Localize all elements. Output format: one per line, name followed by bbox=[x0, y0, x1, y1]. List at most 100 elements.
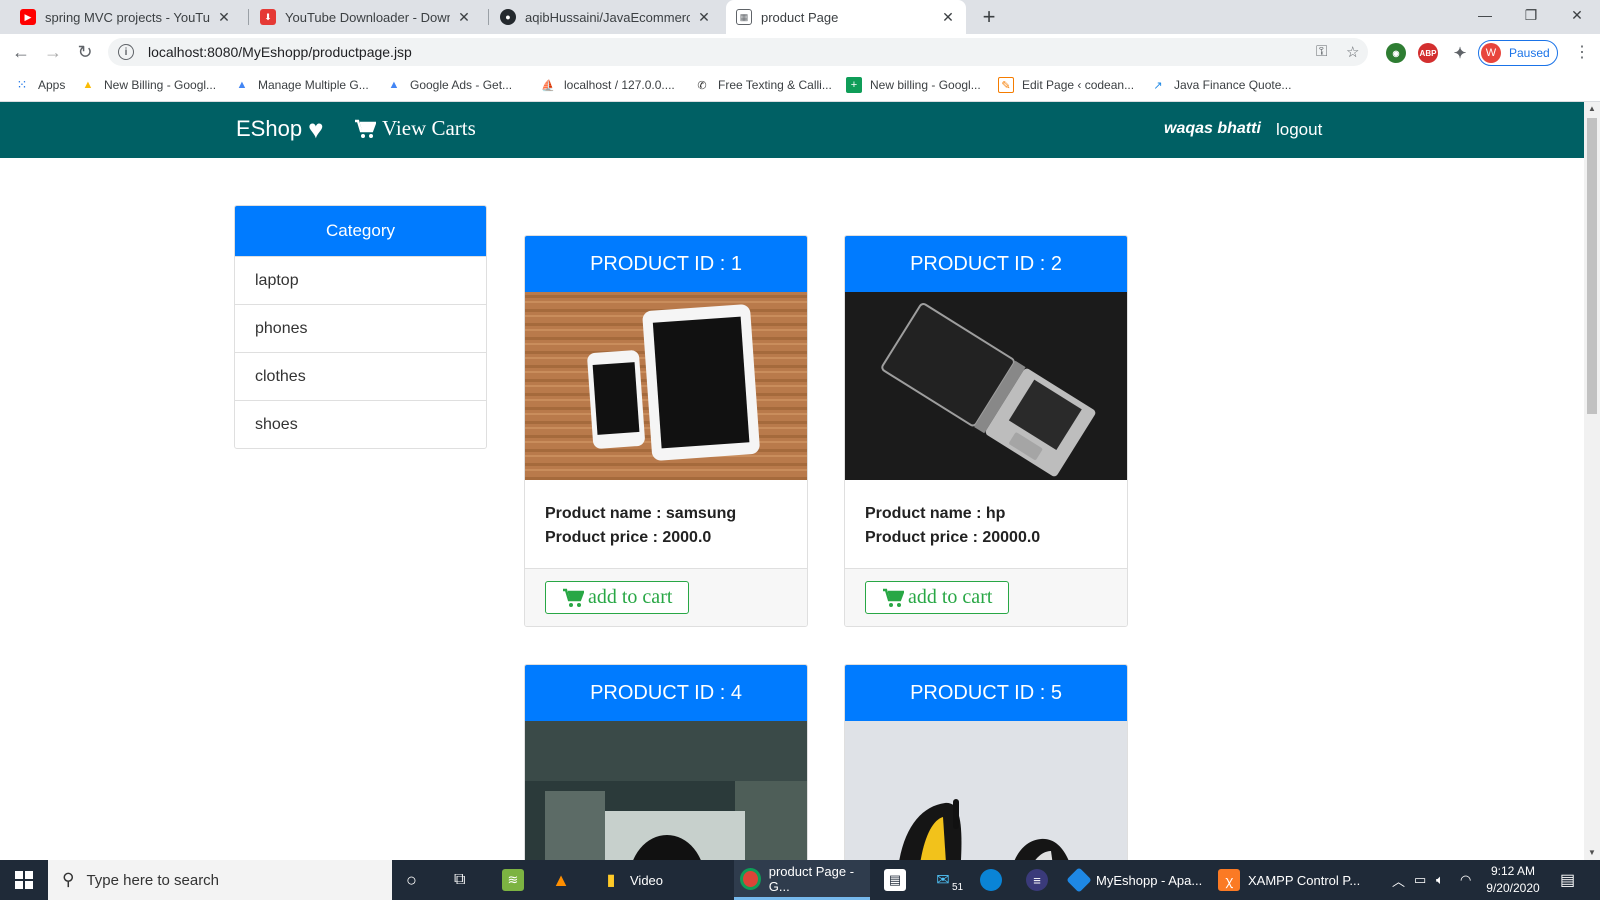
product-card: PRODUCT ID : 4 bbox=[524, 664, 808, 860]
bookmarks-bar: ⁙ Apps ▲ New Billing - Googl... ▲ Manage… bbox=[0, 70, 1600, 102]
new-tab-button[interactable]: + bbox=[976, 4, 1002, 30]
minimize-button[interactable]: — bbox=[1462, 0, 1508, 30]
window-close-button[interactable]: ✕ bbox=[1554, 0, 1600, 30]
taskbar-app-mail[interactable]: ✉ 51 bbox=[932, 860, 966, 900]
shoes-photo-image bbox=[845, 721, 1127, 860]
bookmark-item[interactable]: ↗ Java Finance Quote... bbox=[1150, 77, 1291, 93]
bookmark-label: New billing - Googl... bbox=[870, 78, 981, 92]
bookmark-item[interactable]: ▲ New Billing - Googl... bbox=[80, 77, 217, 93]
volume-icon[interactable]: 🔈︎ bbox=[1436, 860, 1444, 900]
wifi-icon[interactable]: ◠ bbox=[1460, 860, 1471, 900]
product-footer: add to cart bbox=[845, 568, 1127, 626]
reload-button[interactable]: ↻ bbox=[72, 39, 98, 65]
product-id-header: PRODUCT ID : 2 bbox=[845, 236, 1127, 292]
tray-chevron-icon[interactable]: ︿ bbox=[1392, 860, 1405, 900]
add-to-cart-button[interactable]: add to cart bbox=[865, 581, 1010, 614]
view-carts-link[interactable]: View Carts bbox=[354, 116, 476, 141]
taskbar-app-netbeans[interactable]: MyEshopp - Apa... bbox=[1066, 860, 1210, 900]
scrollbar-thumb[interactable] bbox=[1587, 118, 1597, 414]
bookmark-item[interactable]: + New billing - Googl... bbox=[846, 77, 981, 93]
add-to-cart-button[interactable]: add to cart bbox=[545, 581, 690, 614]
bookmark-apps[interactable]: ⁙ Apps bbox=[14, 77, 66, 93]
bookmark-item[interactable]: ▲ Google Ads - Get... bbox=[386, 77, 513, 93]
taskbar-app-label: Video bbox=[630, 872, 664, 888]
taskbar-app-vlc[interactable]: ▲ bbox=[550, 860, 580, 900]
close-icon[interactable]: ✕ bbox=[696, 9, 712, 26]
tab-youtube-downloader[interactable]: ⬇ YouTube Downloader - Downloa ✕ bbox=[250, 0, 482, 34]
start-button[interactable] bbox=[0, 860, 48, 900]
task-view-icon[interactable]: ⧉ bbox=[454, 860, 465, 900]
bookmark-label: Edit Page ‹ codean... bbox=[1022, 78, 1135, 92]
address-bar[interactable]: i localhost:8080/MyEshopp/productpage.js… bbox=[108, 38, 1368, 66]
product-image[interactable] bbox=[845, 292, 1127, 480]
taskbar-app-chrome[interactable]: product Page - G... bbox=[734, 860, 870, 900]
product-id-header: PRODUCT ID : 1 bbox=[525, 236, 807, 292]
extension-globe-icon[interactable]: ◉ bbox=[1386, 43, 1406, 63]
cart-icon bbox=[883, 588, 904, 607]
bookmark-label: Free Texting & Calli... bbox=[718, 78, 832, 92]
forward-button[interactable]: → bbox=[40, 39, 66, 65]
more-menu-icon[interactable]: ⋮ bbox=[1574, 42, 1590, 62]
apps-grid-icon: ⁙ bbox=[16, 77, 28, 92]
taskbar-app-label: XAMPP Control P... bbox=[1248, 872, 1361, 888]
logout-link[interactable]: logout bbox=[1276, 120, 1322, 140]
bookmark-label: Manage Multiple G... bbox=[258, 78, 369, 92]
tab-youtube-spring[interactable]: ▶ spring MVC projects - YouTube ✕ bbox=[10, 0, 242, 34]
product-image[interactable] bbox=[845, 721, 1127, 860]
cortana-icon[interactable]: ○ bbox=[406, 860, 417, 900]
profile-button[interactable]: W Paused bbox=[1478, 40, 1558, 66]
star-icon[interactable]: ☆ bbox=[1346, 43, 1359, 61]
github-icon: ● bbox=[500, 9, 516, 25]
taskbar-app-layers[interactable]: ≋ bbox=[502, 860, 532, 900]
product-details: Product name : hp Product price : 20000.… bbox=[845, 480, 1127, 568]
search-placeholder: Type here to search bbox=[86, 871, 220, 889]
page-scrollbar[interactable]: ▲ ▼ bbox=[1584, 102, 1600, 860]
product-card: PRODUCT ID : 1 Product name: samsung Pr… bbox=[524, 235, 808, 627]
google-drive-icon: ▲ bbox=[82, 79, 94, 91]
puzzle-icon[interactable]: ✦ bbox=[1450, 43, 1470, 63]
adblock-icon[interactable]: ABP bbox=[1418, 43, 1438, 63]
xampp-icon: ꭓ bbox=[1218, 869, 1240, 891]
scroll-up-icon[interactable]: ▲ bbox=[1588, 104, 1596, 113]
taskbar-app-store[interactable]: ▤ bbox=[884, 860, 914, 900]
close-icon[interactable]: ✕ bbox=[940, 9, 956, 26]
tab-github[interactable]: ● aqibHussaini/JavaEcommerceWe ✕ bbox=[490, 0, 722, 34]
tab-product-page[interactable]: ▦ product Page ✕ bbox=[726, 0, 966, 34]
taskbar-clock[interactable]: 9:12 AM 9/20/2020 bbox=[1478, 863, 1548, 897]
taskbar-app-edge[interactable] bbox=[980, 860, 1010, 900]
bookmark-item[interactable]: ▲ Manage Multiple G... bbox=[234, 77, 369, 93]
scroll-down-icon[interactable]: ▼ bbox=[1588, 848, 1596, 857]
taskbar-search-box[interactable]: ⚲ Type here to search bbox=[48, 860, 392, 900]
close-icon[interactable]: ✕ bbox=[216, 9, 232, 26]
taskbar-app-eclipse[interactable]: ≡ bbox=[1026, 860, 1056, 900]
product-image[interactable] bbox=[525, 721, 807, 860]
bookmark-item[interactable]: ✎ Edit Page ‹ codean... bbox=[998, 77, 1134, 93]
product-image[interactable] bbox=[525, 292, 807, 480]
bookmark-item[interactable]: ✆ Free Texting & Calli... bbox=[694, 77, 832, 93]
bookmark-item[interactable]: ⛵ localhost / 127.0.0.... bbox=[540, 77, 675, 93]
notifications-icon[interactable]: ▤ bbox=[1560, 860, 1575, 900]
chart-icon: ↗ bbox=[1153, 79, 1163, 92]
battery-icon[interactable]: ▭ bbox=[1414, 860, 1426, 900]
taskbar-app-xampp[interactable]: ꭓ XAMPP Control P... bbox=[1218, 860, 1362, 900]
category-item-laptop[interactable]: laptop bbox=[235, 256, 486, 304]
heart-icon: ♥ bbox=[308, 114, 324, 144]
clock-time: 9:12 AM bbox=[1490, 864, 1536, 878]
bookmark-label: localhost / 127.0.0.... bbox=[564, 78, 675, 92]
add-to-cart-label: add to cart bbox=[588, 586, 673, 608]
category-item-phones[interactable]: phones bbox=[235, 304, 486, 352]
username-link[interactable]: waqas bhatti bbox=[1164, 120, 1261, 138]
category-list: Category laptop phones clothes shoes bbox=[234, 205, 487, 449]
category-item-clothes[interactable]: clothes bbox=[235, 352, 486, 400]
taskbar-app-video-folder[interactable]: ▮ Video bbox=[596, 860, 722, 900]
vlc-icon: ▲ bbox=[552, 869, 570, 890]
restore-button[interactable]: ❐ bbox=[1508, 0, 1554, 30]
info-icon[interactable]: i bbox=[118, 44, 134, 60]
brand-link[interactable]: EShop ♥ bbox=[236, 116, 324, 142]
close-icon[interactable]: ✕ bbox=[456, 9, 472, 26]
category-item-shoes[interactable]: shoes bbox=[235, 400, 486, 448]
product-name: Product name : hp bbox=[865, 505, 1006, 522]
back-button[interactable]: ← bbox=[8, 39, 34, 65]
key-icon[interactable]: ⚿ bbox=[1316, 43, 1327, 60]
bookmark-label: Java Finance Quote... bbox=[1174, 78, 1292, 92]
